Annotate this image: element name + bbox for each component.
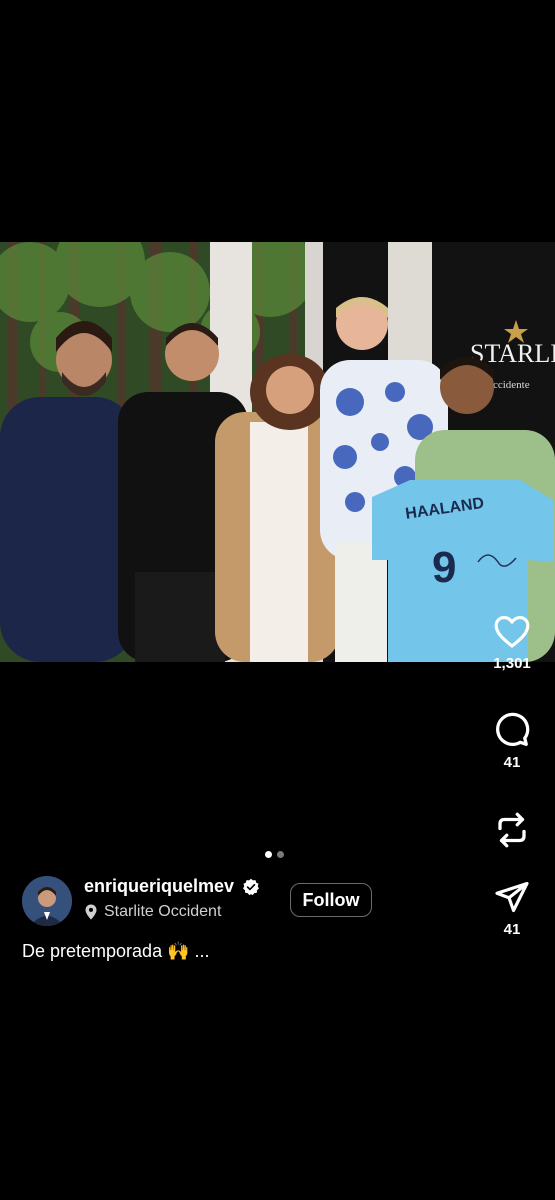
location-row[interactable]: Starlite Occident (84, 903, 221, 921)
jersey-number: 9 (432, 543, 456, 592)
location-pin-icon (85, 904, 97, 920)
carousel-dot (277, 851, 284, 858)
group-photo-illustration: STARLITE Occidente HAAL (0, 242, 555, 662)
location-label[interactable]: Starlite Occident (104, 903, 221, 921)
post-caption[interactable]: De pretemporada 🙌 ... (22, 941, 210, 962)
comment-action[interactable]: 41 (480, 712, 544, 771)
like-count: 1,301 (493, 655, 531, 672)
author-row[interactable]: enriqueriquelmev (84, 876, 260, 897)
author-username[interactable]: enriqueriquelmev (84, 876, 234, 897)
post-photo[interactable]: STARLITE Occidente HAAL (0, 242, 555, 662)
carousel-indicator (265, 851, 284, 858)
repost-icon[interactable] (494, 810, 530, 850)
heart-icon[interactable] (493, 613, 531, 649)
comment-count: 41 (503, 754, 521, 771)
send-icon[interactable] (494, 879, 530, 915)
comment-icon[interactable] (494, 712, 530, 748)
avatar[interactable] (22, 876, 72, 926)
carousel-dot-active (265, 851, 272, 858)
repost-action[interactable] (480, 810, 544, 850)
like-action[interactable]: 1,301 (480, 613, 544, 672)
avatar-image (22, 876, 72, 926)
verified-badge-icon (243, 878, 259, 895)
share-count: 41 (503, 921, 521, 938)
share-action[interactable]: 41 (480, 879, 544, 938)
follow-button[interactable]: Follow (290, 883, 372, 917)
